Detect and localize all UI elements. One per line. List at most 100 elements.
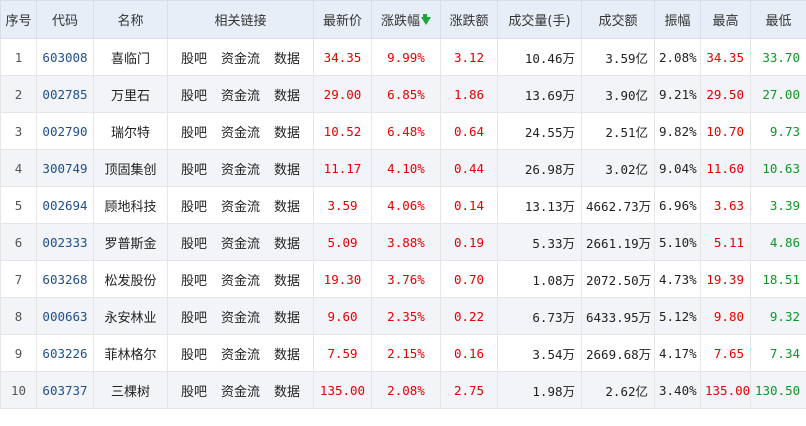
stock-name-cell: 万里石 — [93, 75, 168, 113]
change-percent: 6.85% — [371, 75, 441, 113]
table-row: 10 603737 三棵树 股吧 资金流 数据 135.00 2.08% 2.75 1.98万 2.… — [0, 371, 806, 409]
row-index: 5 — [0, 186, 37, 224]
col-header-price[interactable]: 最新价 — [313, 0, 372, 39]
turnover: 2.62亿 — [581, 371, 655, 409]
stock-name-link[interactable]: 顶固集创 — [104, 163, 156, 178]
col-header-change-amt[interactable]: 涨跌额 — [440, 0, 498, 39]
day-high: 11.60 — [700, 149, 751, 187]
data-link[interactable]: 数据 — [274, 311, 300, 326]
fund-flow-link[interactable]: 资金流 — [221, 348, 260, 363]
sort-down-arrow-icon[interactable] — [420, 14, 431, 29]
stock-code-link[interactable]: 603268 — [36, 260, 94, 298]
guba-link[interactable]: 股吧 — [181, 385, 207, 400]
col-header-amplitude[interactable]: 振幅 — [654, 0, 701, 39]
amplitude: 4.73% — [654, 260, 701, 298]
stock-name-link[interactable]: 三棵树 — [111, 385, 150, 400]
stock-name-link[interactable]: 罗普斯金 — [104, 237, 156, 252]
table-row: 6 002333 罗普斯金 股吧 资金流 数据 5.09 3.88% 0.19 5.33万 2661… — [0, 223, 806, 261]
latest-price: 29.00 — [313, 75, 372, 113]
turnover: 2661.19万 — [581, 223, 655, 261]
guba-link[interactable]: 股吧 — [181, 52, 207, 67]
fund-flow-link[interactable]: 资金流 — [221, 200, 260, 215]
guba-link[interactable]: 股吧 — [181, 89, 207, 104]
stock-code-link[interactable]: 603737 — [36, 371, 94, 409]
data-link[interactable]: 数据 — [274, 237, 300, 252]
stock-code-link[interactable]: 603226 — [36, 334, 94, 372]
fund-flow-link[interactable]: 资金流 — [221, 52, 260, 67]
data-link[interactable]: 数据 — [274, 385, 300, 400]
turnover: 3.02亿 — [581, 149, 655, 187]
col-header-change-pct[interactable]: 涨跌幅 — [371, 0, 441, 39]
row-index: 4 — [0, 149, 37, 187]
col-header-change-pct-label: 涨跌幅 — [380, 14, 420, 29]
stock-name-link[interactable]: 万里石 — [111, 89, 150, 104]
fund-flow-link[interactable]: 资金流 — [221, 385, 260, 400]
data-link[interactable]: 数据 — [274, 274, 300, 289]
row-index: 10 — [0, 371, 37, 409]
data-link[interactable]: 数据 — [274, 52, 300, 67]
guba-link[interactable]: 股吧 — [181, 237, 207, 252]
stock-name-link[interactable]: 菲林格尔 — [104, 348, 156, 363]
day-high: 19.39 — [700, 260, 751, 298]
row-index: 2 — [0, 75, 37, 113]
change-percent: 3.88% — [371, 223, 441, 261]
row-index: 1 — [0, 38, 37, 76]
guba-link[interactable]: 股吧 — [181, 163, 207, 178]
col-header-turnover[interactable]: 成交额 — [581, 0, 655, 39]
stock-code-link[interactable]: 300749 — [36, 149, 94, 187]
stock-code-link[interactable]: 000663 — [36, 297, 94, 335]
col-header-code[interactable]: 代码 — [36, 0, 94, 39]
data-link[interactable]: 数据 — [274, 89, 300, 104]
day-low: 7.34 — [750, 334, 806, 372]
change-percent: 2.15% — [371, 334, 441, 372]
col-header-name[interactable]: 名称 — [93, 0, 168, 39]
col-header-low[interactable]: 最低 — [750, 0, 806, 39]
guba-link[interactable]: 股吧 — [181, 311, 207, 326]
fund-flow-link[interactable]: 资金流 — [221, 274, 260, 289]
stock-name-cell: 罗普斯金 — [93, 223, 168, 261]
fund-flow-link[interactable]: 资金流 — [221, 89, 260, 104]
stock-name-link[interactable]: 顾地科技 — [104, 200, 156, 215]
related-links-cell: 股吧 资金流 数据 — [167, 334, 314, 372]
table-row: 5 002694 顾地科技 股吧 资金流 数据 3.59 4.06% 0.14 13.13万 466… — [0, 186, 806, 224]
guba-link[interactable]: 股吧 — [181, 200, 207, 215]
related-links-cell: 股吧 资金流 数据 — [167, 112, 314, 150]
stock-name-link[interactable]: 瑞尔特 — [111, 126, 150, 141]
guba-link[interactable]: 股吧 — [181, 274, 207, 289]
latest-price: 5.09 — [313, 223, 372, 261]
fund-flow-link[interactable]: 资金流 — [221, 126, 260, 141]
change-amount: 0.22 — [440, 297, 498, 335]
amplitude: 6.96% — [654, 186, 701, 224]
stock-code-link[interactable]: 002785 — [36, 75, 94, 113]
guba-link[interactable]: 股吧 — [181, 126, 207, 141]
stock-name-link[interactable]: 松发股份 — [104, 274, 156, 289]
volume: 3.54万 — [497, 334, 582, 372]
table-row: 7 603268 松发股份 股吧 资金流 数据 19.30 3.76% 0.70 1.08万 207… — [0, 260, 806, 298]
stock-name-cell: 顾地科技 — [93, 186, 168, 224]
stock-name-link[interactable]: 喜临门 — [111, 52, 150, 67]
related-links-cell: 股吧 资金流 数据 — [167, 186, 314, 224]
turnover: 6433.95万 — [581, 297, 655, 335]
col-header-high[interactable]: 最高 — [700, 0, 751, 39]
stock-code-link[interactable]: 002790 — [36, 112, 94, 150]
stock-name-link[interactable]: 永安林业 — [104, 311, 156, 326]
volume: 13.13万 — [497, 186, 582, 224]
col-header-volume[interactable]: 成交量(手) — [497, 0, 582, 39]
stock-code-link[interactable]: 002694 — [36, 186, 94, 224]
change-percent: 3.76% — [371, 260, 441, 298]
data-link[interactable]: 数据 — [274, 348, 300, 363]
fund-flow-link[interactable]: 资金流 — [221, 163, 260, 178]
stock-code-link[interactable]: 002333 — [36, 223, 94, 261]
change-amount: 3.12 — [440, 38, 498, 76]
latest-price: 135.00 — [313, 371, 372, 409]
data-link[interactable]: 数据 — [274, 126, 300, 141]
turnover: 3.90亿 — [581, 75, 655, 113]
stock-name-cell: 三棵树 — [93, 371, 168, 409]
guba-link[interactable]: 股吧 — [181, 348, 207, 363]
stock-code-link[interactable]: 603008 — [36, 38, 94, 76]
data-link[interactable]: 数据 — [274, 163, 300, 178]
data-link[interactable]: 数据 — [274, 200, 300, 215]
fund-flow-link[interactable]: 资金流 — [221, 237, 260, 252]
fund-flow-link[interactable]: 资金流 — [221, 311, 260, 326]
col-header-links: 相关链接 — [167, 0, 314, 39]
